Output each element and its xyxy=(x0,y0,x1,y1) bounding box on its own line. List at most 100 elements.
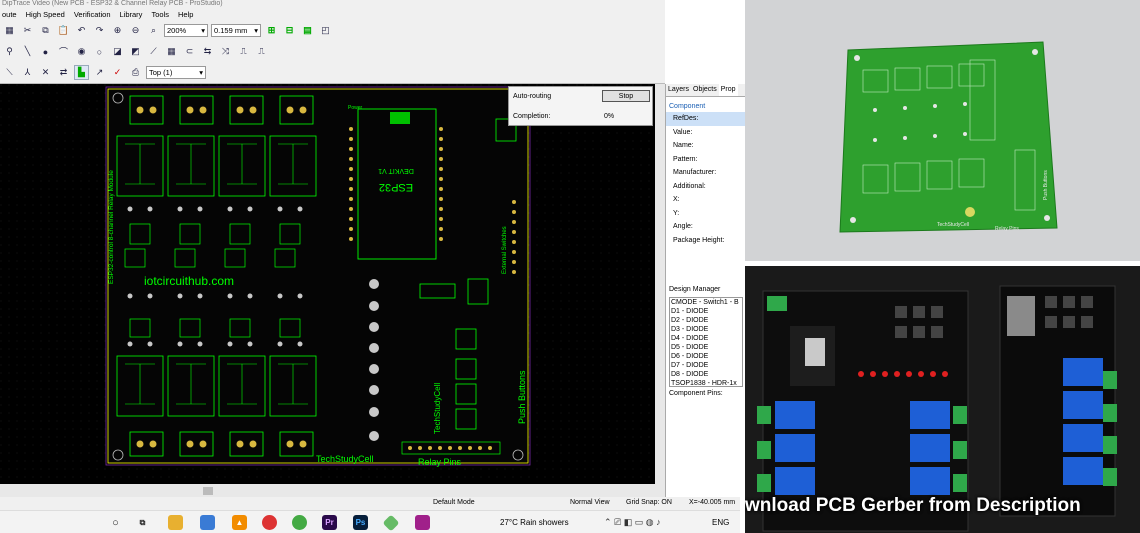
list-item[interactable]: TSOP1838 - HDR-1x xyxy=(670,379,742,386)
wire-icon[interactable]: ⟍ xyxy=(2,65,17,80)
binoculars-icon[interactable]: ⚲ xyxy=(2,44,17,59)
diptrace-icon[interactable] xyxy=(382,514,400,532)
list-item[interactable]: D7 - DIODE xyxy=(670,361,742,370)
language-indicator[interactable]: ENG xyxy=(712,518,729,527)
search-icon[interactable]: ○ xyxy=(108,515,123,530)
app-icon[interactable] xyxy=(415,515,430,530)
undo-icon[interactable]: ↶ xyxy=(74,23,89,38)
prop-refdes[interactable]: RefDes: xyxy=(666,112,745,126)
list-item[interactable]: D8 - DIODE xyxy=(670,370,742,379)
drc-icon[interactable]: ✓ xyxy=(110,65,125,80)
design-manager: Design Manager CMODE - Switch1 - B D1 - … xyxy=(666,286,746,397)
options-icon[interactable]: ◰ xyxy=(318,23,333,38)
prop-name[interactable]: Name: xyxy=(666,139,745,153)
split-icon[interactable]: ⅄ xyxy=(20,65,35,80)
vertical-scrollbar[interactable] xyxy=(655,84,665,484)
copper-pour-icon[interactable]: ◪ xyxy=(110,44,125,59)
layer-select[interactable]: Top (1) ▾ xyxy=(146,66,206,79)
menu-tools[interactable]: Tools xyxy=(151,10,169,19)
pulse2-icon[interactable]: ⎍ xyxy=(254,44,269,59)
length-icon[interactable]: ⇆ xyxy=(200,44,215,59)
completion-label: Completion: xyxy=(513,113,551,120)
list-item[interactable]: D5 - DIODE xyxy=(670,343,742,352)
horizontal-scrollbar[interactable] xyxy=(0,484,665,497)
autoroute-icon[interactable]: ▙ xyxy=(74,65,89,80)
window-title: DipTrace Video (New PCB - ESP32 & Channe… xyxy=(2,0,223,7)
line-icon[interactable]: ⟋ xyxy=(146,44,161,59)
tab-layers[interactable]: Layers xyxy=(666,84,691,96)
unroute-icon[interactable]: ✕ xyxy=(38,65,53,80)
prop-additional[interactable]: Additional: xyxy=(666,180,745,194)
design-manager-list[interactable]: CMODE - Switch1 - B D1 - DIODE D2 - DIOD… xyxy=(669,297,743,387)
hscroll-thumb[interactable] xyxy=(203,487,213,495)
export-icon[interactable]: ↗ xyxy=(92,65,107,80)
zoom-select[interactable]: 200% ▾ xyxy=(164,24,208,37)
cut-icon[interactable]: ✂ xyxy=(20,23,35,38)
zoom-in-icon[interactable]: ⊕ xyxy=(110,23,125,38)
swap-icon[interactable]: ⤨ xyxy=(218,44,233,59)
menu-verification[interactable]: Verification xyxy=(74,10,111,19)
prop-package-height[interactable]: Package Height: xyxy=(666,234,745,248)
grid-size-select[interactable]: 0.159 mm ▾ xyxy=(211,24,261,37)
arc-icon[interactable]: ⌒ xyxy=(56,44,71,59)
store-icon[interactable] xyxy=(200,515,215,530)
toolbar-main: ▦ ✂ ⧉ 📋 ↶ ↷ ⊕ ⊖ ⌕ 200% ▾ 0.159 mm ▾ ⊞ ⊟ ▤ … xyxy=(0,21,333,40)
pad-icon[interactable]: ◉ xyxy=(74,44,89,59)
list-item[interactable]: D3 - DIODE xyxy=(670,325,742,334)
circle-icon[interactable]: ○ xyxy=(92,44,107,59)
grid-icon[interactable]: ▦ xyxy=(2,23,17,38)
route-icon[interactable]: ╲ xyxy=(20,44,35,59)
task-view-icon[interactable]: ⧉ xyxy=(135,515,150,530)
prop-x[interactable]: X: xyxy=(666,193,745,207)
snap-icon[interactable]: ⊞ xyxy=(264,23,279,38)
prop-value[interactable]: Value: xyxy=(666,126,745,140)
pcb-canvas[interactable]: ESP32 DEVKIT V1 Power ESP32-control 8-ch… xyxy=(0,84,655,484)
diff-pair-icon[interactable]: ⊂ xyxy=(182,44,197,59)
toolbar-objects: ⚲ ╲ ● ⌒ ◉ ○ ◪ ◩ ⟋ ▦ ⊂ ⇆ ⤨ ⎍ ⎍ xyxy=(0,42,269,61)
print-icon[interactable]: ⎙ xyxy=(128,65,143,80)
file-explorer-icon[interactable] xyxy=(168,515,183,530)
prop-pattern[interactable]: Pattern: xyxy=(666,153,745,167)
menu-help[interactable]: Help xyxy=(178,10,193,19)
prop-angle[interactable]: Angle: xyxy=(666,220,745,234)
status-snap[interactable]: Grid Snap: ON xyxy=(626,499,672,506)
photoshop-icon[interactable]: Ps xyxy=(353,515,368,530)
redo-icon[interactable]: ↷ xyxy=(92,23,107,38)
list-item[interactable]: D6 - DIODE xyxy=(670,352,742,361)
list-item[interactable]: CMODE - Switch1 - B xyxy=(670,298,742,307)
copy-icon[interactable]: ⧉ xyxy=(38,23,53,38)
list-item[interactable]: D2 - DIODE xyxy=(670,316,742,325)
menu-route[interactable]: oute xyxy=(2,10,17,19)
pulse-icon[interactable]: ⎍ xyxy=(236,44,251,59)
table-icon[interactable]: ▦ xyxy=(164,44,179,59)
tab-objects[interactable]: Objects xyxy=(691,84,719,96)
via-icon[interactable]: ● xyxy=(38,44,53,59)
shape-icon[interactable]: ◩ xyxy=(128,44,143,59)
move-icon[interactable]: ⇄ xyxy=(56,65,71,80)
zoom-out-icon[interactable]: ⊖ xyxy=(128,23,143,38)
zoom-fit-icon[interactable]: ⌕ xyxy=(146,23,161,38)
3d-studio-label: TechStudyCell xyxy=(937,222,969,228)
chrome-icon[interactable] xyxy=(262,515,277,530)
vlc-icon[interactable]: ▲ xyxy=(232,515,247,530)
esp32-label: ESP32 xyxy=(379,181,413,193)
prop-y[interactable]: Y: xyxy=(666,207,745,221)
menu-high-speed[interactable]: High Speed xyxy=(26,10,65,19)
ruler-icon[interactable]: ⊟ xyxy=(282,23,297,38)
power-label: Power xyxy=(348,105,363,111)
tab-properties[interactable]: Prop xyxy=(718,84,738,96)
relay-pins-label: Relay Pins xyxy=(418,457,462,467)
prop-manufacturer[interactable]: Manufacturer: xyxy=(666,166,745,180)
hardware-video: wnload PCB Gerber from Description xyxy=(745,266,1140,533)
menu-library[interactable]: Library xyxy=(120,10,143,19)
tray-icons[interactable]: ⌃ ⎚ ◧ ▭ ◍ ♪ xyxy=(604,517,661,528)
paste-icon[interactable]: 📋 xyxy=(56,23,71,38)
layers-icon[interactable]: ▤ xyxy=(300,23,315,38)
chrome-profile-icon[interactable] xyxy=(292,515,307,530)
premiere-icon[interactable]: Pr xyxy=(322,515,337,530)
list-item[interactable]: D1 - DIODE xyxy=(670,307,742,316)
list-item[interactable]: D4 - DIODE xyxy=(670,334,742,343)
studio-label: TechStudyCell xyxy=(316,454,374,464)
stop-button[interactable]: Stop xyxy=(602,90,650,102)
weather-text[interactable]: 27°C Rain showers xyxy=(500,518,569,527)
